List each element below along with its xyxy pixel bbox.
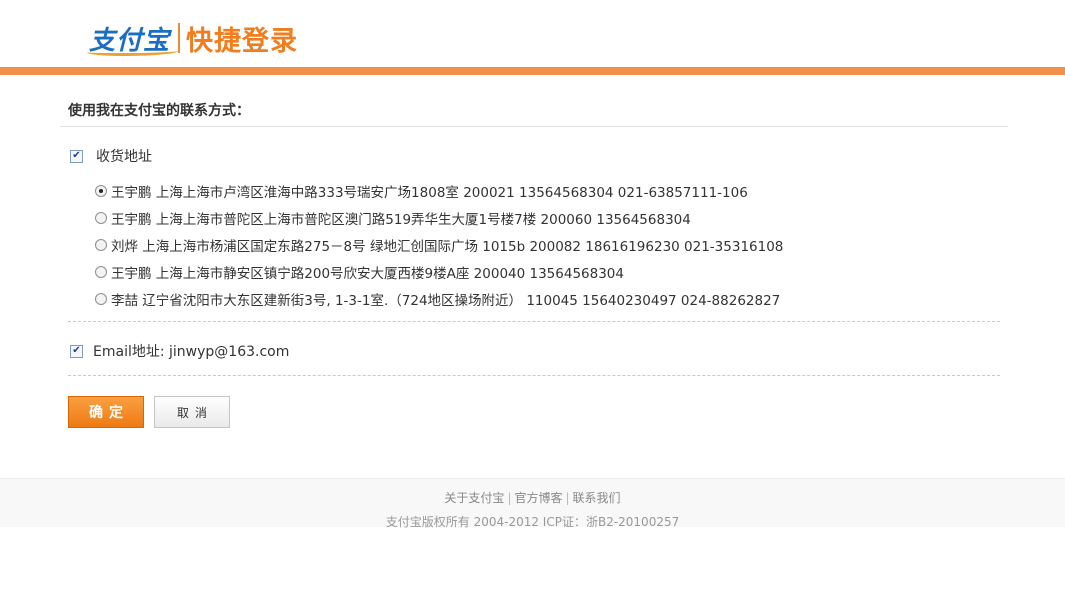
- address-text: 王宇鹏 上海上海市普陀区上海市普陀区澳门路519弄华生大厦1号楼7楼 20006…: [111, 211, 691, 228]
- shipping-address-option[interactable]: ✔ 收货地址: [70, 146, 152, 166]
- header: 支付宝 快捷登录: [0, 0, 1065, 67]
- address-option[interactable]: 刘烨 上海上海市杨浦区国定东路275－8号 绿地汇创国际广场 1015b 200…: [95, 231, 783, 258]
- address-option[interactable]: 李喆 辽宁省沈阳市大东区建新街3号, 1-3-1室.（724地区操场附近） 11…: [95, 285, 783, 312]
- logo-brand: 支付宝: [87, 20, 179, 57]
- address-list: 王宇鹏 上海上海市卢湾区淮海中路333号瑞安广场1808室 200021 135…: [95, 177, 783, 312]
- address-text: 李喆 辽宁省沈阳市大东区建新街3号, 1-3-1室.（724地区操场附近） 11…: [111, 292, 781, 309]
- shipping-address-checkbox[interactable]: ✔: [70, 149, 83, 163]
- section-title: 使用我在支付宝的联系方式：: [68, 103, 250, 119]
- logo-subtitle: 快捷登录: [186, 25, 299, 57]
- alipay-logo[interactable]: 支付宝 快捷登录: [87, 18, 299, 58]
- address-radio[interactable]: [95, 238, 107, 251]
- footer-link-about[interactable]: 关于支付宝: [444, 491, 504, 505]
- footer-links: 关于支付宝 | 官方博客 | 联系我们: [0, 489, 1065, 506]
- address-text: 刘烨 上海上海市杨浦区国定东路275－8号 绿地汇创国际广场 1015b 200…: [111, 238, 784, 255]
- header-accent-bar: [0, 67, 1065, 75]
- footer: 关于支付宝 | 官方博客 | 联系我们 支付宝版权所有 2004-2012 ICP证：浙…: [0, 478, 1065, 529]
- footer-separator: |: [507, 491, 512, 505]
- cancel-button[interactable]: 取消: [154, 396, 230, 428]
- address-radio[interactable]: [95, 292, 107, 305]
- email-option[interactable]: ✔ Email地址: jinwyp@163.com: [70, 341, 289, 361]
- title-divider: [60, 126, 1008, 127]
- dashed-divider: [68, 375, 1000, 376]
- confirm-button[interactable]: 确定: [68, 396, 144, 428]
- logo-swoosh: [87, 47, 179, 56]
- footer-link-blog[interactable]: 官方博客: [514, 491, 562, 505]
- dashed-divider: [68, 321, 1000, 322]
- address-option[interactable]: 王宇鹏 上海上海市静安区镇宁路200号欣安大厦西楼9楼A座 200040 135…: [95, 258, 783, 285]
- footer-copyright: 支付宝版权所有 2004-2012 ICP证：浙B2-20100257: [385, 515, 680, 529]
- address-radio[interactable]: [95, 211, 107, 224]
- address-radio[interactable]: [95, 265, 107, 278]
- address-text: 王宇鹏 上海上海市静安区镇宁路200号欣安大厦西楼9楼A座 200040 135…: [111, 265, 624, 282]
- address-option[interactable]: 王宇鹏 上海上海市普陀区上海市普陀区澳门路519弄华生大厦1号楼7楼 20006…: [95, 204, 783, 231]
- email-label: Email地址: jinwyp@163.com: [93, 344, 290, 360]
- footer-separator: |: [565, 491, 570, 505]
- shipping-address-label: 收货地址: [96, 149, 152, 165]
- address-option[interactable]: 王宇鹏 上海上海市卢湾区淮海中路333号瑞安广场1808室 200021 135…: [95, 177, 783, 204]
- footer-link-contact[interactable]: 联系我们: [573, 491, 621, 505]
- email-checkbox[interactable]: ✔: [70, 344, 83, 358]
- address-text: 王宇鹏 上海上海市卢湾区淮海中路333号瑞安广场1808室 200021 135…: [111, 184, 748, 201]
- address-radio-selected[interactable]: [95, 184, 107, 197]
